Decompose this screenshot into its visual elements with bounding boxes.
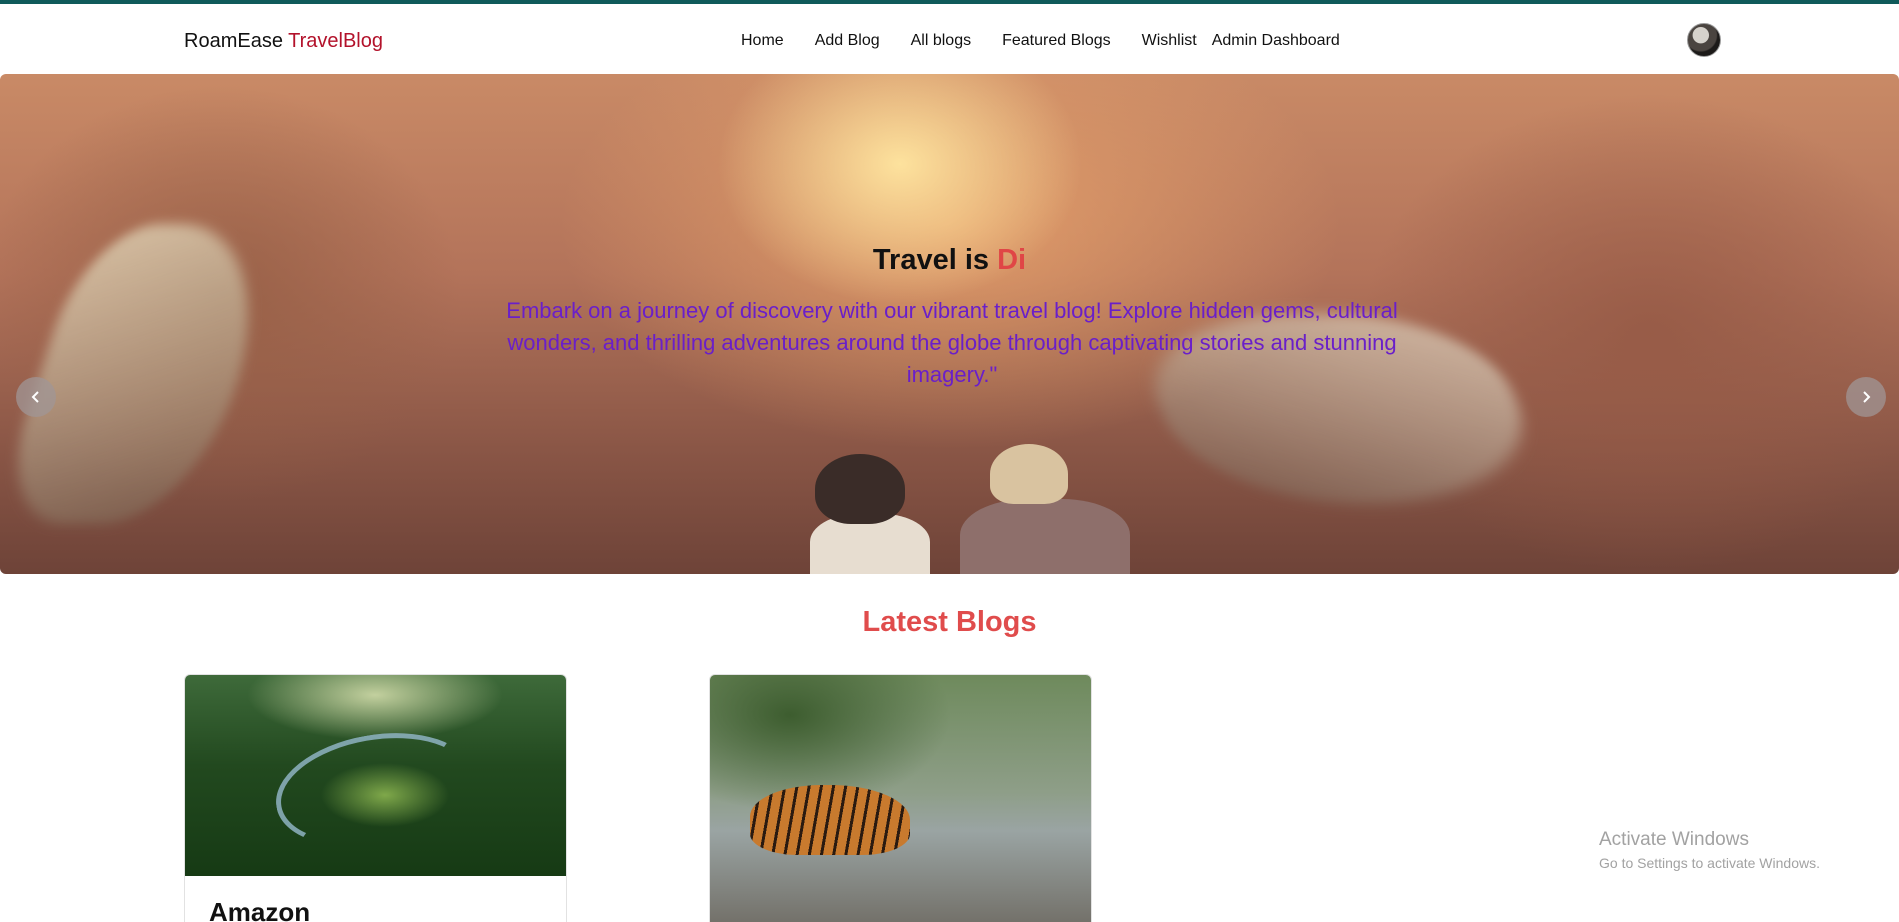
nav-home[interactable]: Home: [741, 32, 784, 50]
hero-title-prefix: Travel is: [872, 244, 998, 276]
navbar: RoamEase TravelBlog Home Add Blog All bl…: [0, 4, 1899, 74]
nav-links: Home Add Blog All blogs Featured Blogs W…: [741, 32, 1340, 50]
tiger-image: [750, 785, 910, 855]
brand-accent: TravelBlog: [288, 30, 383, 52]
nav-admin-dashboard[interactable]: Admin Dashboard: [1212, 32, 1340, 50]
watermark-title: Activate Windows: [1599, 829, 1749, 850]
nav-featured-blogs[interactable]: Featured Blogs: [1002, 32, 1111, 50]
blog-card-title: Amazon: [209, 897, 311, 922]
hero-title-typed: Di: [997, 244, 1027, 276]
hero-carousel: Travel is Di Embark on a journey of disc…: [0, 74, 1899, 574]
hero-description: Embark on a journey of discovery with ou…: [506, 298, 1398, 387]
blog-card-image: [185, 675, 566, 876]
chevron-left-icon: [31, 391, 39, 403]
nav-wishlist[interactable]: Wishlist: [1142, 32, 1197, 50]
brand-name: RoamEase: [184, 30, 283, 52]
hero-title: Travel is Di: [0, 244, 1899, 277]
blog-card-image: [710, 675, 1091, 922]
blog-card[interactable]: Amazon: [184, 674, 567, 922]
latest-blogs-title: Latest Blogs: [862, 606, 1037, 638]
watermark-subtitle: Go to Settings to activate Windows.: [1599, 855, 1820, 871]
hero-travelers-image: [790, 434, 1150, 574]
user-avatar[interactable]: [1687, 23, 1721, 57]
blog-card[interactable]: [709, 674, 1092, 922]
chevron-right-icon: [1863, 391, 1871, 403]
nav-all-blogs[interactable]: All blogs: [911, 32, 971, 50]
carousel-next-button[interactable]: [1846, 377, 1886, 417]
windows-activation-watermark: Activate Windows Go to Settings to activ…: [1599, 829, 1820, 871]
carousel-prev-button[interactable]: [16, 377, 56, 417]
brand-logo[interactable]: RoamEase TravelBlog: [184, 30, 383, 53]
nav-add-blog[interactable]: Add Blog: [815, 32, 880, 50]
